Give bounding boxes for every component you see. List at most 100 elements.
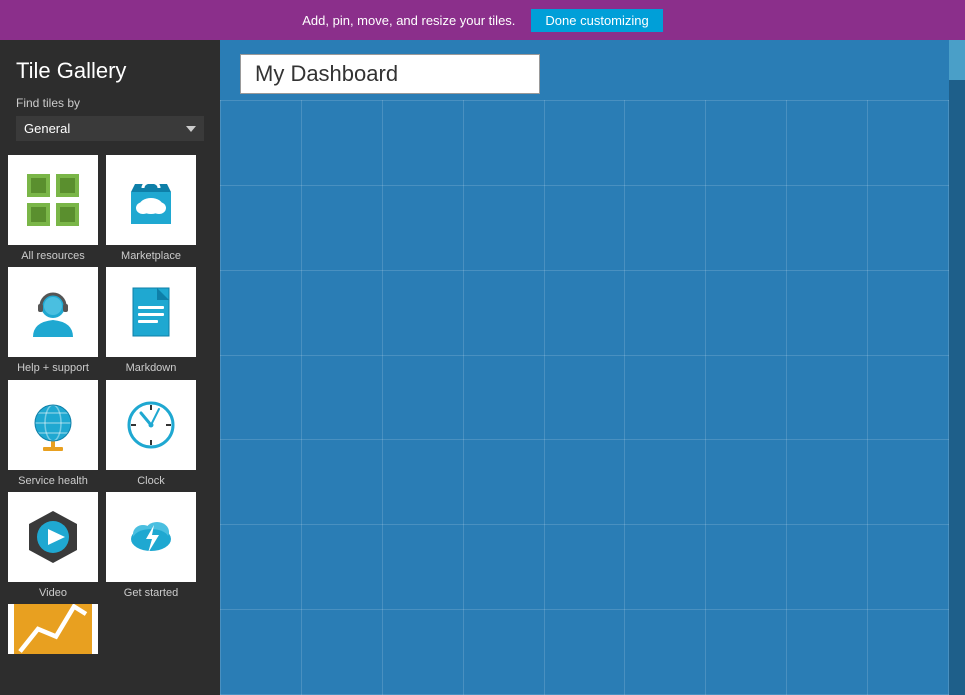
grid-cell[interactable] (463, 185, 544, 270)
grid-cell[interactable] (382, 355, 463, 440)
grid-cell[interactable] (787, 610, 868, 695)
markdown-icon-box (106, 267, 196, 357)
main-content: My Dashboard (220, 40, 965, 695)
markdown-svg (121, 282, 181, 342)
grid-cell[interactable] (544, 525, 625, 610)
tile-markdown[interactable]: Markdown (106, 267, 196, 375)
grid-cell[interactable] (463, 270, 544, 355)
grid-cell[interactable] (625, 525, 706, 610)
grid-cell[interactable] (787, 440, 868, 525)
grid-cell[interactable] (544, 440, 625, 525)
find-tiles-label: Find tiles by (0, 96, 220, 116)
grid-cell[interactable] (301, 525, 382, 610)
grid-cell[interactable] (544, 101, 625, 186)
grid-cell[interactable] (382, 185, 463, 270)
grid-cell[interactable] (706, 440, 787, 525)
grid-cell[interactable] (868, 185, 949, 270)
grid-cell[interactable] (463, 610, 544, 695)
grid-cell[interactable] (544, 185, 625, 270)
grid-cell[interactable] (706, 355, 787, 440)
grid-cell[interactable] (787, 101, 868, 186)
sidebar: Tile Gallery Find tiles by General All M… (0, 40, 220, 695)
grid-cell[interactable] (221, 185, 302, 270)
grid-cell[interactable] (706, 525, 787, 610)
trend-svg (8, 604, 98, 654)
tile-clock[interactable]: Clock (106, 380, 196, 488)
tile-get-started[interactable]: Get started (106, 492, 196, 600)
grid-cell[interactable] (706, 610, 787, 695)
grid-cell[interactable] (463, 440, 544, 525)
grid-cell[interactable] (221, 355, 302, 440)
grid-cell[interactable] (382, 440, 463, 525)
grid-cell[interactable] (382, 270, 463, 355)
grid-cell[interactable] (868, 440, 949, 525)
clock-svg (121, 395, 181, 455)
done-customizing-button[interactable]: Done customizing (531, 9, 662, 32)
clock-icon-box (106, 380, 196, 470)
main-scrollbar[interactable] (949, 40, 965, 695)
grid-cell[interactable] (382, 101, 463, 186)
grid-cell[interactable] (301, 440, 382, 525)
dashboard-title-wrap: My Dashboard (220, 40, 965, 104)
scrollbar-thumb[interactable] (949, 40, 965, 80)
grid-cell[interactable] (301, 185, 382, 270)
grid-cell[interactable] (301, 101, 382, 186)
all-resources-svg (23, 170, 83, 230)
grid-cell[interactable] (301, 355, 382, 440)
video-svg (23, 507, 83, 567)
grid-body (221, 101, 949, 695)
grid-cell[interactable] (706, 185, 787, 270)
tile-row: Service health (8, 380, 212, 488)
tile-partial[interactable] (8, 604, 98, 654)
grid-cell[interactable] (706, 270, 787, 355)
tile-all-resources[interactable]: All resources (8, 155, 98, 263)
grid-cell[interactable] (868, 355, 949, 440)
grid-cell[interactable] (706, 101, 787, 186)
grid-cell[interactable] (868, 525, 949, 610)
grid-cell[interactable] (301, 610, 382, 695)
grid-cell[interactable] (868, 270, 949, 355)
customize-message: Add, pin, move, and resize your tiles. (302, 13, 515, 28)
grid-cell[interactable] (221, 525, 302, 610)
grid-cell[interactable] (221, 270, 302, 355)
help-svg (23, 282, 83, 342)
tile-marketplace[interactable]: Marketplace (106, 155, 196, 263)
tile-list-wrap[interactable]: All resources (0, 151, 220, 695)
grid-cell[interactable] (382, 525, 463, 610)
service-health-label: Service health (18, 474, 88, 488)
grid-cell[interactable] (787, 525, 868, 610)
grid-cell[interactable] (544, 270, 625, 355)
dashboard-grid (220, 100, 949, 695)
grid-cell[interactable] (625, 355, 706, 440)
grid-cell[interactable] (787, 355, 868, 440)
tile-video[interactable]: Video (8, 492, 98, 600)
markdown-label: Markdown (126, 361, 177, 375)
grid-cell[interactable] (625, 101, 706, 186)
grid-cell[interactable] (787, 185, 868, 270)
grid-cell[interactable] (221, 610, 302, 695)
grid-cell[interactable] (544, 355, 625, 440)
tile-service-health[interactable]: Service health (8, 380, 98, 488)
dashboard-title[interactable]: My Dashboard (240, 54, 540, 94)
grid-cell[interactable] (868, 610, 949, 695)
grid-cell[interactable] (221, 101, 302, 186)
service-health-svg (23, 395, 83, 455)
grid-cell[interactable] (382, 610, 463, 695)
grid-cell[interactable] (463, 101, 544, 186)
partial-icon-box (8, 604, 98, 654)
grid-cell[interactable] (625, 610, 706, 695)
grid-cell[interactable] (301, 270, 382, 355)
tile-help-support[interactable]: Help + support (8, 267, 98, 375)
grid-cell[interactable] (625, 185, 706, 270)
grid-cell[interactable] (625, 440, 706, 525)
grid-cell[interactable] (787, 270, 868, 355)
get-started-icon-box (106, 492, 196, 582)
category-select[interactable]: General All Monitoring Security (16, 116, 204, 141)
grid-cell[interactable] (544, 610, 625, 695)
grid-cell[interactable] (625, 270, 706, 355)
tile-row: Video (8, 492, 212, 600)
grid-cell[interactable] (463, 525, 544, 610)
grid-cell[interactable] (221, 440, 302, 525)
grid-cell[interactable] (868, 101, 949, 186)
grid-cell[interactable] (463, 355, 544, 440)
